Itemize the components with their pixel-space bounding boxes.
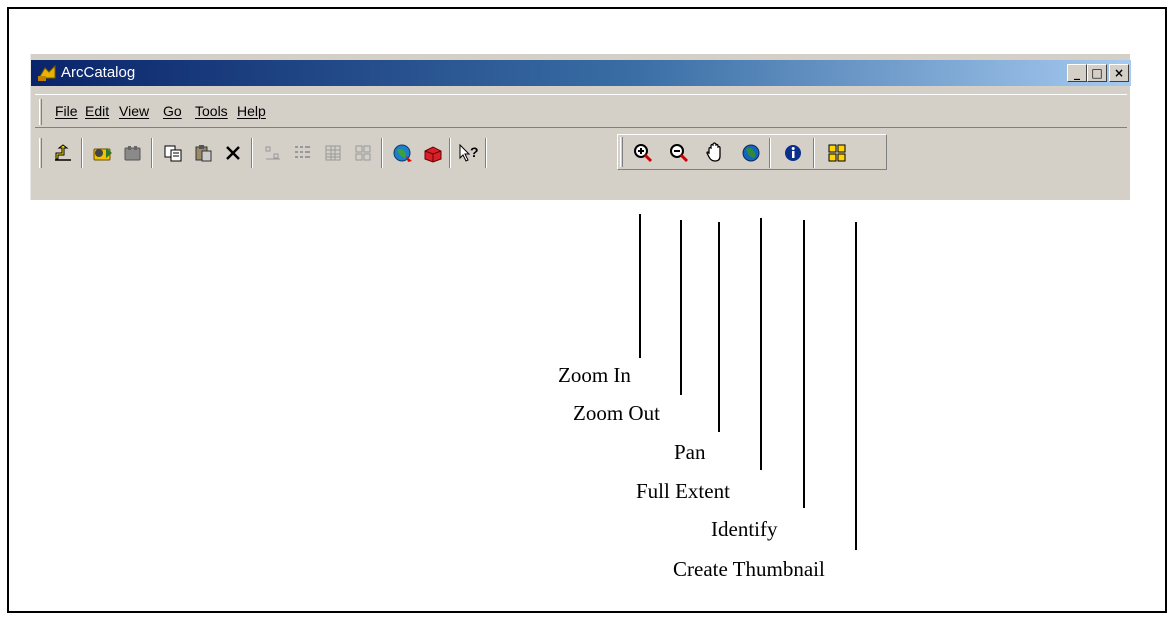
menu-bar: File Edit View Go Tools Help bbox=[35, 94, 1127, 128]
menu-go[interactable]: Go bbox=[163, 103, 182, 119]
up-one-level-icon[interactable] bbox=[49, 140, 77, 166]
full-extent-label: Full Extent bbox=[636, 479, 730, 503]
delete-icon[interactable] bbox=[219, 140, 247, 166]
toolbar-separator bbox=[151, 138, 153, 168]
identify-icon[interactable] bbox=[779, 140, 807, 166]
copy-icon[interactable] bbox=[159, 140, 187, 166]
toolbar-separator bbox=[251, 138, 253, 168]
minimize-button[interactable]: _ bbox=[1067, 64, 1087, 82]
disconnect-folder-icon[interactable] bbox=[119, 140, 147, 166]
create-thumbnail-icon[interactable] bbox=[823, 140, 851, 166]
toolbar-separator bbox=[813, 138, 815, 168]
full-extent-leader-line bbox=[760, 218, 762, 470]
pan-icon[interactable] bbox=[701, 140, 729, 166]
menu-tools[interactable]: Tools bbox=[195, 103, 228, 119]
create-thumbnail-leader-line bbox=[855, 222, 857, 550]
whats-this-icon[interactable]: ? bbox=[455, 140, 483, 166]
arccatalog-app-icon bbox=[38, 64, 56, 81]
toolbar-separator bbox=[769, 138, 771, 168]
toolbar-grip[interactable] bbox=[39, 138, 42, 168]
thumbnails-icon[interactable] bbox=[349, 140, 377, 166]
toolbar-separator bbox=[485, 138, 487, 168]
menu-file[interactable]: File bbox=[55, 103, 78, 119]
list-icon[interactable] bbox=[289, 140, 317, 166]
svg-text:?: ? bbox=[470, 144, 479, 160]
pan-label: Pan bbox=[674, 440, 706, 464]
menu-grip[interactable] bbox=[39, 99, 42, 125]
full-extent-icon[interactable] bbox=[737, 140, 765, 166]
toolbar-separator bbox=[381, 138, 383, 168]
standard-toolbar: ? bbox=[35, 132, 1127, 172]
toolbar-grip[interactable] bbox=[620, 137, 623, 167]
zoom-out-label: Zoom Out bbox=[573, 401, 660, 425]
arctoolbox-icon[interactable] bbox=[419, 140, 447, 166]
title-bar[interactable]: ArcCatalog _ □ × bbox=[31, 60, 1131, 86]
create-thumbnail-label: Create Thumbnail bbox=[673, 557, 825, 581]
menu-edit[interactable]: Edit bbox=[85, 103, 109, 119]
arccatalog-window: ArcCatalog _ □ × File Edit View Go Tools… bbox=[30, 54, 1131, 200]
zoom-in-label: Zoom In bbox=[558, 363, 631, 387]
paste-icon[interactable] bbox=[189, 140, 217, 166]
identify-leader-line bbox=[803, 220, 805, 508]
menu-help[interactable]: Help bbox=[237, 103, 266, 119]
launch-arcmap-icon[interactable] bbox=[389, 140, 417, 166]
zoom-in-leader-line bbox=[639, 214, 641, 358]
window-title: ArcCatalog bbox=[61, 64, 136, 81]
close-button[interactable]: × bbox=[1109, 64, 1129, 82]
zoom-in-icon[interactable] bbox=[629, 140, 657, 166]
maximize-button[interactable]: □ bbox=[1087, 64, 1107, 82]
toolbar-separator bbox=[81, 138, 83, 168]
details-icon[interactable] bbox=[319, 140, 347, 166]
zoom-out-leader-line bbox=[680, 220, 682, 395]
identify-label: Identify bbox=[711, 517, 778, 541]
zoom-out-icon[interactable] bbox=[665, 140, 693, 166]
toolbar-separator bbox=[449, 138, 451, 168]
connect-folder-icon[interactable] bbox=[89, 140, 117, 166]
menu-view[interactable]: View bbox=[119, 103, 149, 119]
large-icons-icon[interactable] bbox=[259, 140, 287, 166]
pan-leader-line bbox=[718, 222, 720, 432]
